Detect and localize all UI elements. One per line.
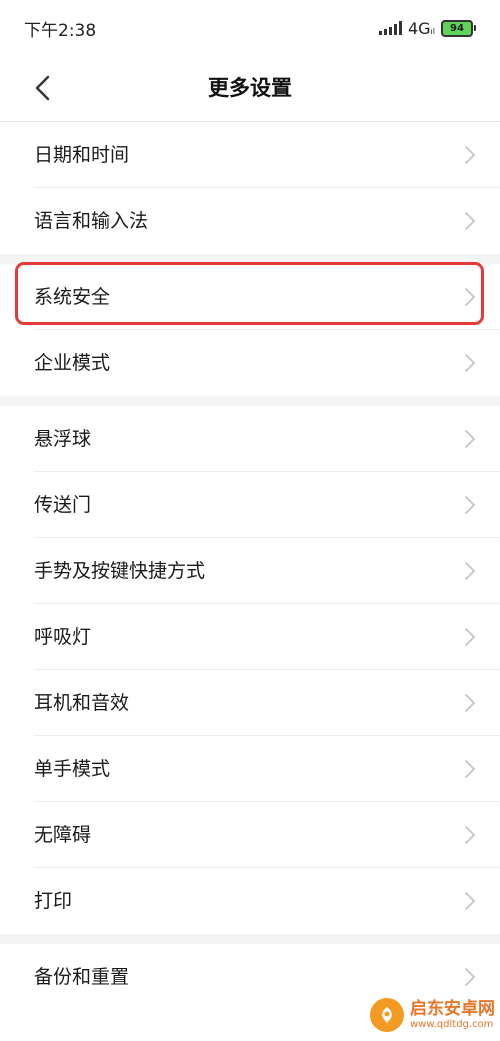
group-separator (0, 934, 500, 944)
group-separator (0, 254, 500, 264)
watermark-url: www.qdltdg.com (410, 1018, 494, 1030)
settings-row[interactable]: 耳机和音效 (0, 670, 500, 736)
settings-row[interactable]: 呼吸灯 (0, 604, 500, 670)
settings-row[interactable]: 无障碍 (0, 802, 500, 868)
settings-row-label: 无障碍 (34, 824, 92, 846)
chevron-right-icon (465, 496, 475, 514)
settings-group: 系统安全 企业模式 (0, 264, 500, 396)
settings-row-label: 单手模式 (34, 758, 111, 780)
settings-row[interactable]: 日期和时间 (0, 122, 500, 188)
chevron-right-icon (465, 354, 475, 372)
chevron-right-icon (465, 968, 475, 986)
settings-group: 悬浮球传送门手势及按键快捷方式 呼吸灯耳机和音效单手模式无障碍打印 (0, 406, 500, 934)
settings-row-label: 手势及按键快捷方式 (34, 560, 206, 582)
network-type: 4Gıl (407, 18, 435, 38)
settings-row-label: 语言和输入法 (34, 210, 149, 232)
chevron-right-icon (465, 562, 475, 580)
battery-level: 94 (450, 22, 464, 34)
settings-row[interactable]: 语言和输入法 (0, 188, 500, 254)
status-indicators: 4Gıl 94 (378, 18, 476, 38)
settings-row[interactable]: 系统安全 (0, 264, 500, 330)
settings-row-label: 传送门 (34, 494, 92, 516)
settings-row-label: 日期和时间 (34, 144, 130, 166)
signal-icon (378, 21, 402, 35)
chevron-right-icon (465, 146, 475, 164)
settings-group: 日期和时间语言和输入法 (0, 122, 500, 254)
chevron-right-icon (465, 826, 475, 844)
battery-icon: 94 (441, 19, 476, 37)
settings-row-label: 耳机和音效 (34, 692, 130, 714)
watermark-name: 启东安卓网 (410, 999, 495, 1020)
settings-row[interactable]: 手势及按键快捷方式 (0, 538, 500, 604)
watermark-logo-icon (370, 998, 404, 1032)
settings-row-label: 企业模式 (34, 352, 111, 374)
settings-row-label: 打印 (34, 890, 73, 912)
header-bar: 更多设置 (0, 56, 500, 122)
watermark: 启东安卓网 www.qdltdg.com (370, 998, 495, 1032)
back-button[interactable] (24, 68, 60, 108)
chevron-right-icon (465, 694, 475, 712)
settings-row-label: 备份和重置 (34, 966, 130, 988)
settings-row[interactable]: 悬浮球 (0, 406, 500, 472)
settings-row-label: 悬浮球 (34, 428, 92, 450)
chevron-right-icon (465, 892, 475, 910)
status-time: 下午2:38 (24, 20, 97, 41)
settings-row-label: 呼吸灯 (34, 626, 92, 648)
chevron-right-icon (465, 288, 475, 306)
settings-row[interactable]: 传送门 (0, 472, 500, 538)
chevron-right-icon (465, 760, 475, 778)
chevron-left-icon (35, 75, 50, 101)
page-title: 更多设置 (208, 76, 292, 100)
settings-row[interactable]: 打印 (0, 868, 500, 934)
chevron-right-icon (465, 628, 475, 646)
chevron-right-icon (465, 430, 475, 448)
chevron-right-icon (465, 212, 475, 230)
settings-list: 日期和时间语言和输入法 系统安全企业模式悬浮球传送门手势及按键快捷方式 呼吸灯耳机和… (0, 122, 500, 1010)
group-separator (0, 396, 500, 406)
settings-row[interactable]: 企业模式 (0, 330, 500, 396)
settings-row[interactable]: 单手模式 (0, 736, 500, 802)
status-bar: 下午2:38 4Gıl 94 (0, 0, 500, 56)
settings-row-label: 系统安全 (34, 286, 111, 308)
